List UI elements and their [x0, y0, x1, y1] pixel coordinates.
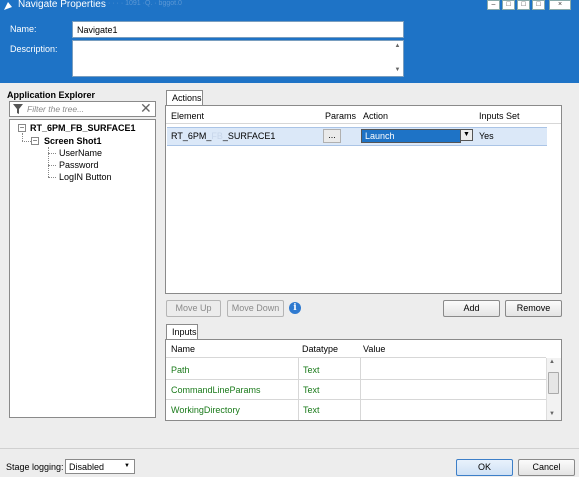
- action-row-inputs-set: Yes: [479, 131, 494, 141]
- scroll-thumb[interactable]: [548, 372, 559, 394]
- input-row-workingdirectory[interactable]: WorkingDirectory: [171, 405, 240, 415]
- description-scroll-down-icon[interactable]: ▼: [393, 66, 402, 74]
- description-scroll-up-icon[interactable]: ▲: [393, 42, 402, 50]
- row-divider: [166, 379, 546, 380]
- inputs-col-value[interactable]: Value: [363, 344, 385, 354]
- tree-connector: [48, 177, 56, 178]
- funnel-icon: [13, 104, 23, 114]
- tree-node-login-button[interactable]: LogIN Button: [59, 172, 112, 182]
- tab-actions[interactable]: Actions: [166, 90, 203, 106]
- tab-inputs[interactable]: Inputs: [166, 324, 198, 340]
- tree-connector: [48, 147, 49, 177]
- actions-col-params[interactable]: Params: [325, 111, 356, 121]
- tree-connector: [22, 133, 23, 141]
- name-label: Name:: [10, 24, 37, 34]
- tree-node-password[interactable]: Password: [59, 160, 99, 170]
- name-input[interactable]: Navigate1: [72, 21, 404, 38]
- ok-button[interactable]: OK: [456, 459, 513, 476]
- header-divider: [166, 123, 561, 124]
- action-select[interactable]: Launch: [361, 129, 461, 143]
- tree-node-root[interactable]: RT_6PM_FB_SURFACE1: [30, 123, 136, 133]
- actions-col-action[interactable]: Action: [363, 111, 388, 121]
- input-row-workingdirectory-datatype: Text: [303, 405, 320, 415]
- tree-connector: [48, 165, 56, 166]
- close-button[interactable]: ×: [549, 0, 571, 10]
- chevron-down-icon[interactable]: ▼: [124, 463, 130, 469]
- description-input[interactable]: [72, 40, 404, 77]
- actions-col-inputs-set[interactable]: Inputs Set: [479, 111, 520, 121]
- params-button[interactable]: ...: [323, 129, 341, 143]
- chevron-down-icon[interactable]: ▼: [460, 129, 473, 141]
- tree-collapse-icon[interactable]: −: [18, 124, 26, 132]
- actions-col-element[interactable]: Element: [171, 111, 204, 121]
- inputs-col-name[interactable]: Name: [171, 344, 195, 354]
- row-divider: [166, 399, 546, 400]
- tree-filter-input[interactable]: Filter the tree...: [27, 104, 84, 114]
- input-row-commandlineparams-datatype: Text: [303, 385, 320, 395]
- column-divider: [360, 357, 361, 420]
- blurred-title-text: · · · · 1091 ·Q. · bggot.0: [108, 0, 182, 7]
- header-divider: [166, 357, 546, 358]
- input-row-path[interactable]: Path: [171, 365, 190, 375]
- add-button[interactable]: Add: [443, 300, 500, 317]
- tree-node-screen-shot1[interactable]: Screen Shot1: [44, 136, 102, 146]
- element-name-prefix: RT_6PM_: [171, 131, 212, 141]
- unknown-window-button[interactable]: □: [532, 0, 545, 10]
- restore-button[interactable]: □: [517, 0, 530, 10]
- clear-filter-icon[interactable]: ✕: [140, 101, 152, 115]
- move-up-button[interactable]: Move Up: [166, 300, 221, 317]
- column-divider: [298, 357, 299, 420]
- input-row-path-datatype: Text: [303, 365, 320, 375]
- tree-connector: [22, 141, 31, 142]
- move-down-button[interactable]: Move Down: [227, 300, 284, 317]
- application-explorer-title: Application Explorer: [7, 90, 96, 100]
- tree-connector: [48, 153, 56, 154]
- action-row-element: RT_6PM_FB_SURFACE1: [171, 131, 275, 141]
- maximize-button[interactable]: □: [502, 0, 515, 10]
- tree-collapse-icon[interactable]: −: [31, 137, 39, 145]
- info-icon[interactable]: i: [289, 302, 301, 314]
- stage-logging-label: Stage logging:: [6, 462, 64, 472]
- inputs-col-datatype[interactable]: Datatype: [302, 344, 338, 354]
- input-row-commandlineparams[interactable]: CommandLineParams: [171, 385, 261, 395]
- tree-node-username[interactable]: UserName: [59, 148, 102, 158]
- description-label: Description:: [10, 44, 58, 54]
- scroll-up-icon[interactable]: ▲: [549, 359, 555, 365]
- window-title: Navigate Properties: [18, 0, 106, 10]
- element-name-suffix: _SURFACE1: [222, 131, 276, 141]
- scroll-down-icon[interactable]: ▼: [549, 411, 555, 417]
- footer-divider: [0, 448, 579, 449]
- app-icon: [4, 2, 12, 10]
- remove-button[interactable]: Remove: [505, 300, 562, 317]
- cancel-button[interactable]: Cancel: [518, 459, 575, 476]
- minimize-button[interactable]: –: [487, 0, 500, 10]
- element-name-obscured: FB: [211, 131, 223, 141]
